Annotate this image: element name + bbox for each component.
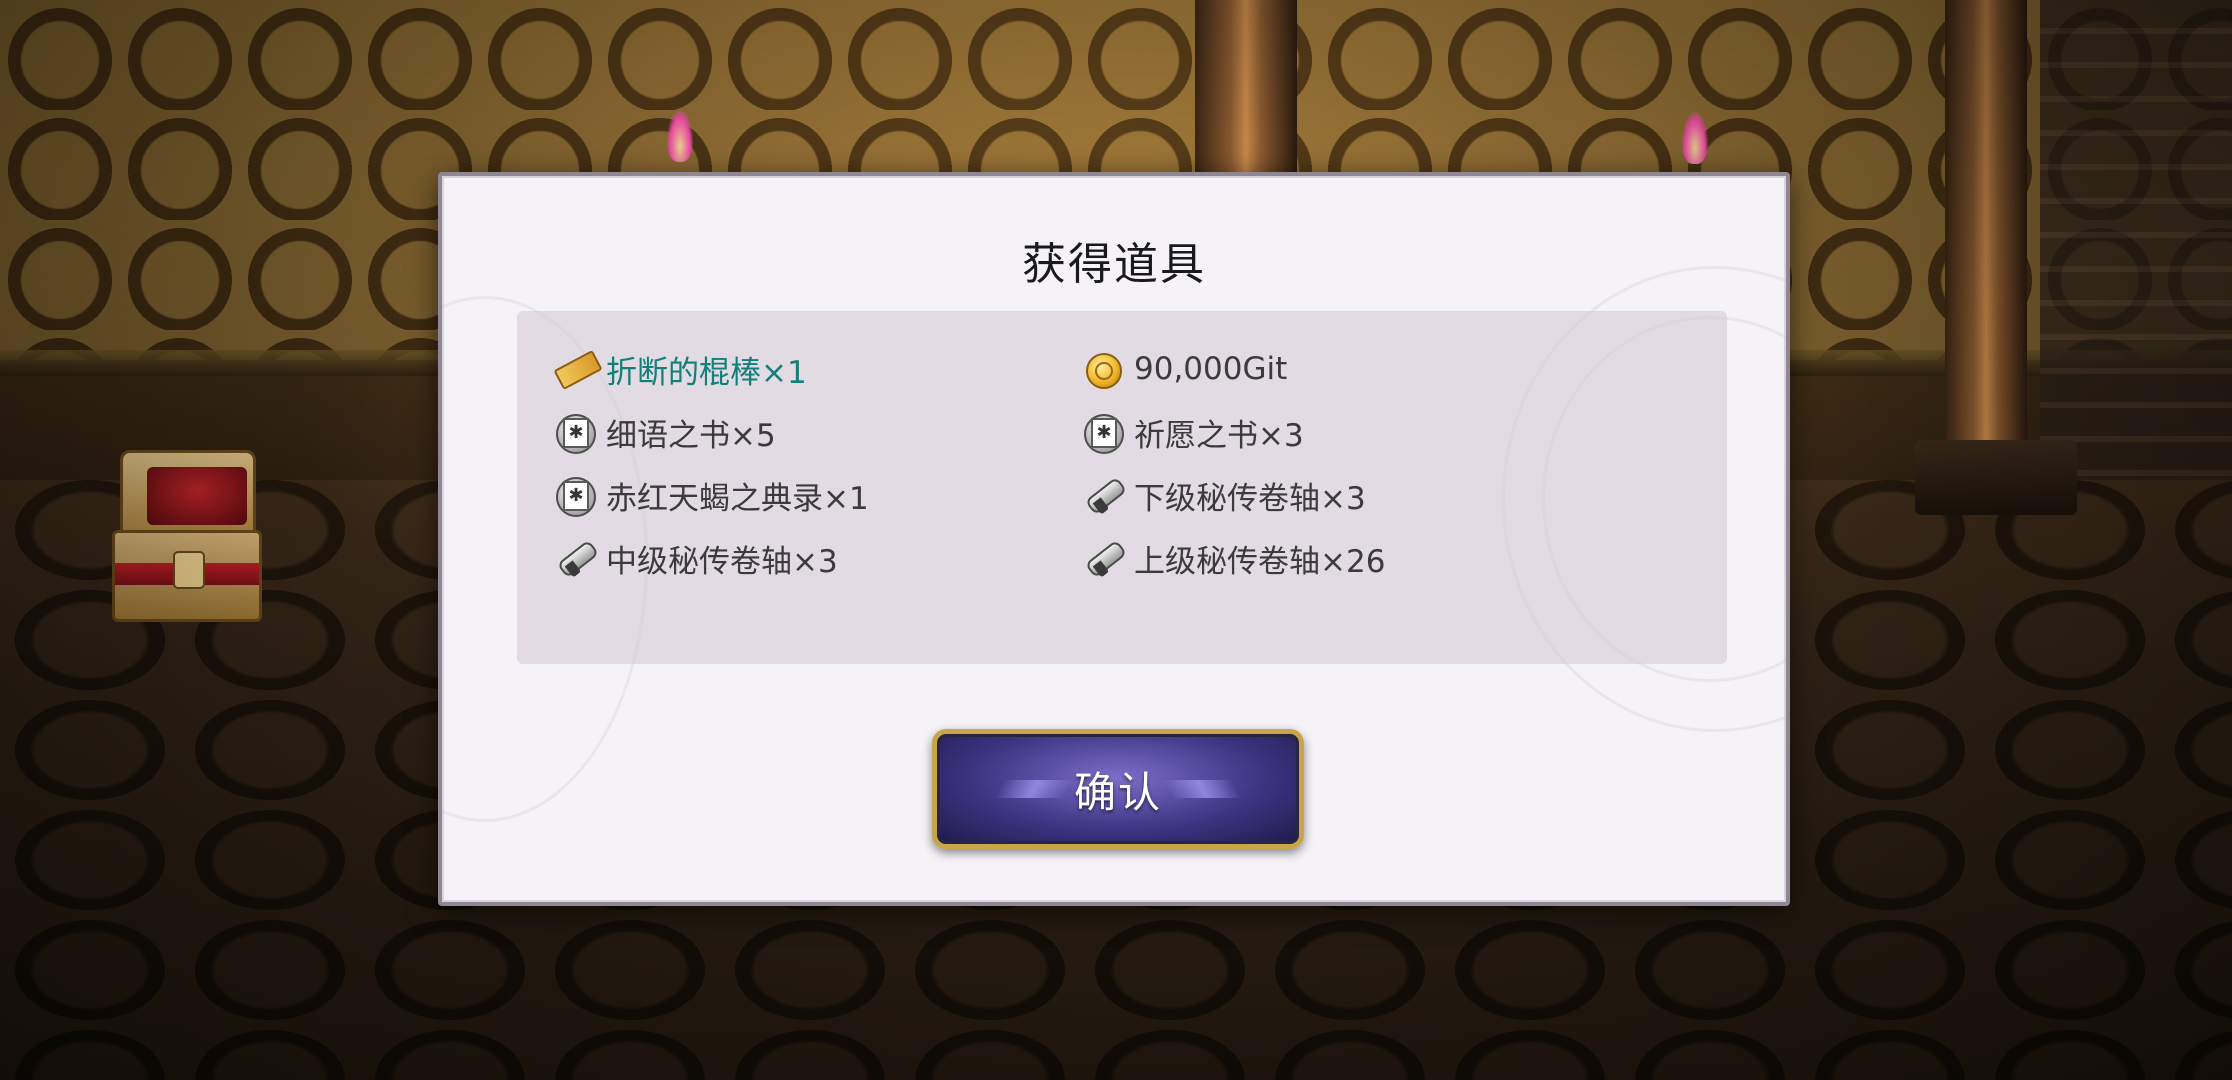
book-icon	[1080, 410, 1124, 454]
item-label: 祈愿之书×3	[1134, 417, 1304, 454]
broken-stick-icon	[552, 347, 596, 391]
item-label: 下级秘传卷轴×3	[1134, 480, 1366, 517]
gold-coin-icon	[1080, 347, 1124, 391]
scroll-icon	[1080, 536, 1124, 580]
list-item: 折断的棍棒×1	[552, 346, 807, 392]
item-label: 上级秘传卷轴×26	[1134, 543, 1386, 580]
list-item: 细语之书×5	[552, 409, 776, 455]
list-item: 下级秘传卷轴×3	[1080, 472, 1366, 518]
list-item: 中级秘传卷轴×3	[552, 535, 838, 581]
scroll-icon	[552, 536, 596, 580]
scroll-icon	[1080, 473, 1124, 517]
confirm-button-label: 确认	[1073, 767, 1162, 817]
list-item: 90,000Git	[1080, 346, 1287, 392]
book-icon	[552, 473, 596, 517]
book-icon	[552, 410, 596, 454]
item-list: 折断的棍棒×1 90,000Git 细语之书×5 祈愿之书×3 赤红天蝎之典录×…	[517, 311, 1727, 664]
dialog-title: 获得道具	[1022, 239, 1206, 290]
item-label: 折断的棍棒×1	[606, 354, 807, 391]
list-item: 上级秘传卷轴×26	[1080, 535, 1385, 581]
item-label: 赤红天蝎之典录×1	[606, 480, 869, 517]
item-label: 中级秘传卷轴×3	[606, 543, 838, 580]
item-label: 细语之书×5	[606, 417, 776, 454]
confirm-button[interactable]: 确认	[932, 729, 1304, 849]
item-label: 90,000Git	[1134, 351, 1288, 387]
reward-dialog: 获得道具 折断的棍棒×1 90,000Git 细语之书×5 祈愿之书×3 赤红天…	[438, 172, 1790, 906]
list-item: 赤红天蝎之典录×1	[552, 472, 869, 518]
list-item: 祈愿之书×3	[1080, 409, 1304, 455]
